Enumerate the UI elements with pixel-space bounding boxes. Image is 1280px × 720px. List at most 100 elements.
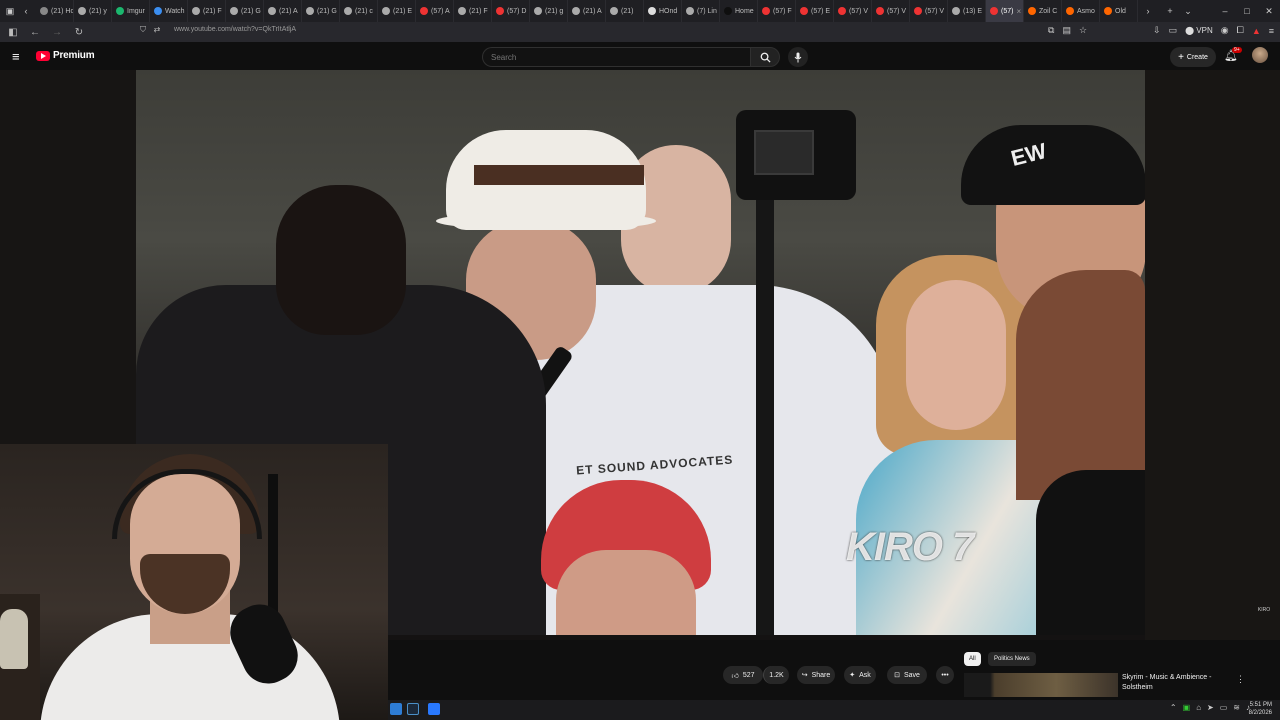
browser-tab[interactable]: (13) E (948, 0, 986, 22)
tab-label: Zoil C (1039, 7, 1058, 15)
tray-network-icon[interactable]: ⌂ (1196, 703, 1201, 712)
logo-text: Premium (53, 50, 95, 61)
vpn-button[interactable]: ⬤ VPN (1185, 26, 1213, 35)
wallet-icon[interactable]: ▭ (1169, 25, 1178, 36)
tab-actions-icon[interactable]: ▣ (4, 5, 16, 17)
site-settings-icon[interactable]: ⇄ (150, 25, 164, 34)
tab-search-icon[interactable]: ⌄ (1182, 5, 1194, 17)
browser-tab[interactable]: (21) F (454, 0, 492, 22)
browser-tab[interactable]: (57) D (492, 0, 530, 22)
browser-tab[interactable]: (57) V (872, 0, 910, 22)
profile-icon[interactable]: ◉ (1221, 25, 1229, 36)
more-actions-button[interactable]: ••• (936, 666, 954, 684)
url-field[interactable]: www.youtube.com/watch?v=QkTrItAtljA (174, 26, 296, 33)
dislike-button[interactable]: 1.2K (763, 666, 789, 684)
new-tab-icon[interactable]: + (1164, 5, 1176, 17)
search-button[interactable] (750, 47, 780, 67)
chip-politics-news[interactable]: Politics News (988, 652, 1036, 666)
rewards-icon[interactable]: ▲ (1252, 26, 1261, 36)
recommendation-menu-icon[interactable]: ⋮ (1236, 674, 1245, 685)
browser-tab[interactable]: (57) V (834, 0, 872, 22)
minimize-icon[interactable]: – (1214, 6, 1236, 16)
back-icon[interactable]: ← (28, 27, 42, 38)
browser-tab[interactable]: (57) A (416, 0, 454, 22)
tab-favicon-icon (1066, 7, 1074, 15)
browser-tab[interactable]: (21) G (302, 0, 340, 22)
tray-chevron-icon[interactable]: ⌃ (1170, 703, 1177, 712)
browser-tab[interactable]: (21) F (188, 0, 226, 22)
forward-icon[interactable]: → (50, 27, 64, 38)
share-button[interactable]: ↪ Share (797, 666, 835, 684)
share-label: Share (811, 671, 831, 679)
maximize-icon[interactable]: □ (1236, 6, 1258, 16)
chip-all[interactable]: All (964, 652, 981, 666)
tab-scroll-right-icon[interactable]: › (1142, 5, 1154, 17)
hamburger-menu-icon[interactable]: ≡ (12, 49, 20, 64)
browser-tab[interactable]: Home (720, 0, 758, 22)
search-input[interactable] (482, 47, 750, 67)
app-icon[interactable] (428, 703, 440, 715)
browser-tab[interactable]: (7) Lin (682, 0, 720, 22)
tab-favicon-icon (686, 7, 694, 15)
browser-tab[interactable]: Old (1100, 0, 1138, 22)
browser-tab[interactable]: (57) V (910, 0, 948, 22)
recommendation-title[interactable]: Skyrim - Music & Ambience - Solstheim (1122, 673, 1232, 693)
download-icon[interactable]: ⇩ (1153, 25, 1161, 36)
youtube-logo[interactable]: Premium (36, 50, 95, 61)
browser-tab[interactable]: Zoil C (1024, 0, 1062, 22)
voice-search-button[interactable] (788, 47, 808, 67)
recommendation-thumbnail[interactable] (964, 673, 1118, 697)
browser-tab[interactable]: (21) g (530, 0, 568, 22)
tray-display-icon[interactable]: ▭ (1220, 703, 1228, 712)
steam-icon[interactable] (407, 703, 419, 715)
tab-label: Old (1115, 7, 1126, 15)
tab-favicon-icon (154, 7, 162, 15)
mic-arm (268, 474, 278, 624)
figurine (0, 609, 28, 669)
tab-favicon-icon (990, 7, 998, 15)
browser-tab[interactable]: (57) × (986, 0, 1024, 22)
browser-tab[interactable]: (21) A (568, 0, 606, 22)
bookmark-star-icon[interactable]: ☆ (1079, 25, 1087, 36)
browser-tab[interactable]: Imgur (112, 0, 150, 22)
reader-icon[interactable]: ▤ (1062, 25, 1071, 36)
browser-tab[interactable]: Watch (150, 0, 188, 22)
browser-tab[interactable]: (21) (606, 0, 644, 22)
tab-scroll-left-icon[interactable]: ‹ (20, 5, 32, 17)
tray-send-icon[interactable]: ➤ (1207, 703, 1214, 712)
station-watermark: KIRO 7 (846, 525, 974, 569)
close-icon[interactable]: ✕ (1258, 6, 1280, 17)
sidebar-toggle-icon[interactable]: ◧ (6, 27, 20, 38)
tab-label: (21) G (241, 7, 261, 15)
address-bar-tools: ⧉ ▤ ☆ ⇩ ▭ ⬤ VPN ◉ ⧠ ▲ ≡ (1048, 25, 1274, 36)
browser-tab[interactable]: (21) A (264, 0, 302, 22)
tab-favicon-icon (344, 7, 352, 15)
tray-wifi-icon[interactable]: ≋ (1233, 703, 1240, 712)
save-button[interactable]: ⊡ Save (887, 666, 927, 684)
shield-icon[interactable]: ⛉ (136, 25, 150, 35)
account-avatar[interactable] (1252, 47, 1268, 63)
screenshot-icon[interactable]: ⧉ (1048, 25, 1054, 36)
tab-close-icon[interactable]: × (1016, 7, 1021, 16)
browser-tab[interactable]: (21) E (378, 0, 416, 22)
like-button[interactable]: 👍︎ 527 (723, 666, 763, 684)
tray-app-icon[interactable]: ▣ (1183, 703, 1191, 712)
ask-button[interactable]: ✦ Ask (844, 666, 876, 684)
extensions-icon[interactable]: ⧠ (1237, 25, 1244, 36)
browser-tab[interactable]: (57) F (758, 0, 796, 22)
reload-icon[interactable]: ↻ (72, 27, 86, 38)
create-button[interactable]: + Create (1170, 47, 1216, 67)
tab-label: Asmo (1077, 7, 1095, 15)
browser-tab[interactable]: Asmo (1062, 0, 1100, 22)
browser-tab[interactable]: (21) c (340, 0, 378, 22)
channel-corner-logo: KIRO (1257, 607, 1271, 613)
browser-tab[interactable]: (57) E (796, 0, 834, 22)
browser-tab[interactable]: HOnd (644, 0, 682, 22)
browser-tab[interactable]: (21) y (74, 0, 112, 22)
tab-label: (57) F (773, 7, 792, 15)
browser-tab[interactable]: (21) Ho (36, 0, 74, 22)
browser-tab[interactable]: (21) G (226, 0, 264, 22)
folder-icon[interactable] (390, 703, 402, 715)
taskbar-clock[interactable]: 5:51 PM 8/2/2026 (1249, 701, 1272, 717)
menu-icon[interactable]: ≡ (1269, 26, 1274, 36)
